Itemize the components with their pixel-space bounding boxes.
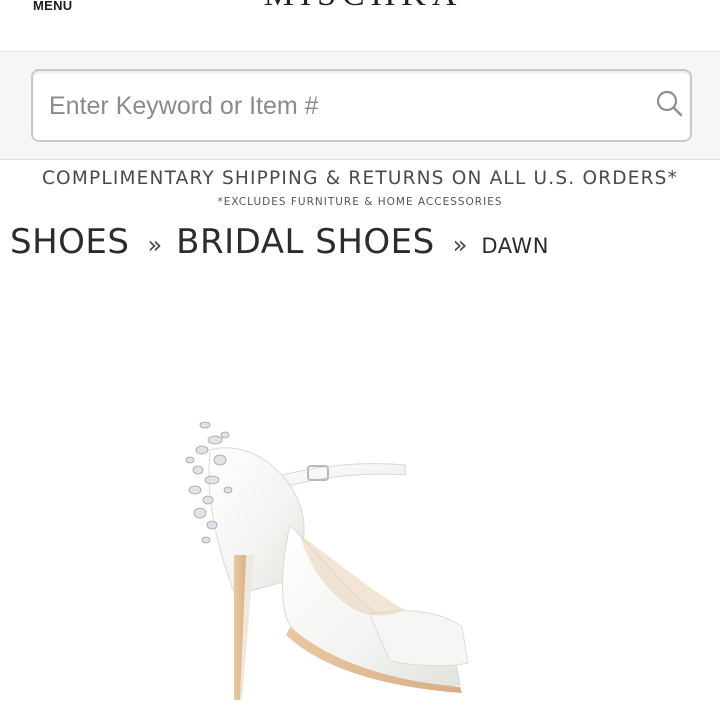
menu-button[interactable]: MENU (33, 0, 72, 13)
brand-logo[interactable]: MISCHKA (238, 0, 488, 10)
search-box[interactable] (31, 69, 692, 142)
product-image[interactable] (150, 395, 590, 720)
breadcrumb-separator: » (147, 231, 163, 259)
breadcrumb-separator: » (452, 231, 468, 259)
breadcrumb-item-shoes[interactable]: SHOES (10, 222, 129, 262)
breadcrumb: SHOES » BRIDAL SHOES » DAWN (10, 222, 549, 262)
search-icon[interactable] (654, 88, 686, 120)
promo-shipping-text: COMPLIMENTARY SHIPPING & RETURNS ON ALL … (41, 168, 679, 189)
search-input[interactable] (49, 85, 629, 127)
top-header: MENU MISCHKA (0, 0, 720, 52)
promo-banner: COMPLIMENTARY SHIPPING & RETURNS ON ALL … (0, 168, 720, 208)
search-band (0, 52, 720, 160)
brand-logo-text: MISCHKA (264, 0, 463, 10)
breadcrumb-item-current: DAWN (481, 234, 549, 258)
breadcrumb-item-bridal-shoes[interactable]: BRIDAL SHOES (176, 222, 435, 262)
promo-exclusion-text: *EXCLUDES FURNITURE & HOME ACCESSORIES (217, 196, 503, 208)
